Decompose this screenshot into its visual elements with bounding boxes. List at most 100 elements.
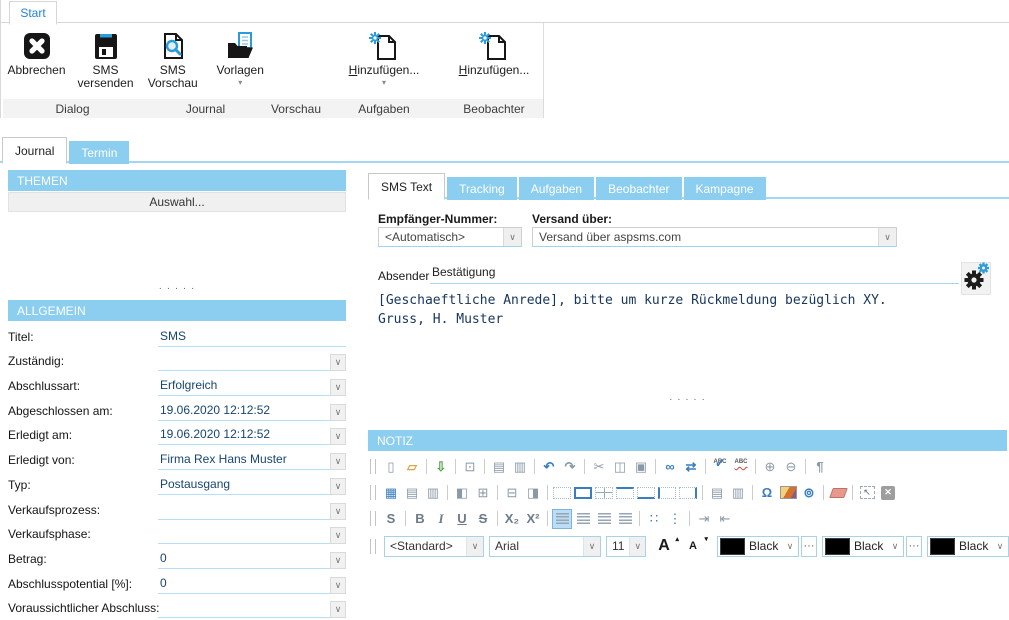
vorlagen-button[interactable]: Vorlagen ▾ bbox=[211, 26, 269, 87]
chevron-down-icon[interactable]: ∨ bbox=[466, 537, 483, 556]
toolbar-drag-handle[interactable] bbox=[370, 511, 376, 526]
align-right-icon[interactable] bbox=[595, 510, 613, 528]
field-value-input[interactable]: SMS bbox=[158, 329, 346, 347]
field-value-input[interactable] bbox=[158, 600, 330, 618]
save-document-icon[interactable]: ⇩ bbox=[432, 458, 450, 476]
decrease-indent-icon[interactable]: ⇤ bbox=[716, 510, 734, 528]
subscript-icon[interactable]: X₂ bbox=[503, 510, 521, 528]
border-none-icon[interactable] bbox=[553, 487, 571, 499]
field-value-input[interactable]: Erfolgreich bbox=[158, 378, 330, 396]
abbrechen-button[interactable]: Abbrechen bbox=[8, 26, 66, 77]
align-center-icon[interactable] bbox=[574, 510, 592, 528]
border-top-icon[interactable] bbox=[616, 487, 634, 499]
special-character-icon[interactable]: Ω bbox=[758, 484, 776, 502]
border-left-icon[interactable] bbox=[658, 487, 676, 499]
dropdown-arrow-icon[interactable]: ∨ bbox=[330, 601, 346, 618]
aufgaben-hinzufuegen-button[interactable]: Hinzufügen... ▾ bbox=[340, 26, 428, 87]
spellcheck-icon[interactable]: ABC bbox=[711, 456, 729, 477]
splitter-handle[interactable]: · · · · · bbox=[8, 285, 346, 293]
chevron-down-icon[interactable]: ∨ bbox=[887, 541, 903, 552]
chevron-down-icon[interactable]: ∨ bbox=[992, 541, 1008, 552]
bullet-list-icon[interactable]: ∷ bbox=[645, 510, 663, 528]
chevron-down-icon[interactable]: ∨ bbox=[782, 541, 798, 552]
italic-icon[interactable]: I bbox=[432, 510, 450, 528]
tab-kampagne[interactable]: Kampagne bbox=[684, 177, 766, 200]
beobachter-hinzufuegen-button[interactable]: Hinzufügen... bbox=[450, 26, 538, 77]
cut-icon[interactable]: ✂ bbox=[590, 458, 608, 476]
versand-select[interactable]: Versand über aspsms.com ∨ bbox=[532, 227, 897, 247]
dropdown-arrow-icon[interactable]: ∨ bbox=[330, 552, 346, 569]
border-inner-icon[interactable] bbox=[595, 487, 613, 499]
dropdown-arrow-icon[interactable]: ∨ bbox=[330, 577, 346, 594]
font-size-select[interactable]: 11 ∨ bbox=[606, 536, 646, 557]
table-rows-icon[interactable]: ▤ bbox=[403, 484, 421, 502]
field-value-input[interactable]: 19.06.2020 12:12:52 bbox=[158, 427, 330, 445]
chevron-down-icon[interactable]: ∨ bbox=[583, 537, 600, 556]
toolbar-drag-handle[interactable] bbox=[370, 539, 376, 554]
dropdown-arrow-icon[interactable]: ∨ bbox=[330, 428, 346, 445]
chevron-down-icon[interactable]: ∨ bbox=[503, 228, 521, 246]
autocorrect-icon[interactable]: ABC bbox=[732, 456, 750, 477]
increase-font-icon[interactable]: A bbox=[655, 537, 679, 555]
sms-settings-button[interactable] bbox=[961, 262, 991, 295]
find-icon[interactable]: ∞ bbox=[661, 458, 679, 476]
superscript-icon[interactable]: X² bbox=[524, 510, 542, 528]
color-options-button[interactable]: ··· bbox=[801, 536, 817, 557]
field-value-input[interactable] bbox=[158, 353, 330, 371]
decrease-font-icon[interactable]: A bbox=[684, 537, 708, 555]
chevron-down-icon[interactable]: ∨ bbox=[629, 537, 645, 556]
table-columns-icon[interactable]: ▥ bbox=[424, 484, 442, 502]
tab-tracking[interactable]: Tracking bbox=[447, 177, 517, 200]
split-cells-icon[interactable]: ◨ bbox=[524, 484, 542, 502]
bold-icon[interactable]: B bbox=[411, 510, 429, 528]
delete-element-icon[interactable]: ✕ bbox=[879, 484, 897, 502]
new-document-icon[interactable]: ▯ bbox=[382, 458, 400, 476]
toolbar-drag-handle[interactable] bbox=[370, 459, 376, 474]
border-outer-icon[interactable] bbox=[574, 487, 592, 499]
select-element-icon[interactable]: ↖ bbox=[858, 484, 876, 502]
insert-row-below-icon[interactable]: ⊞ bbox=[474, 484, 492, 502]
splitter-handle[interactable]: · · · · · bbox=[368, 396, 1007, 404]
field-value-input[interactable]: 19.06.2020 12:12:52 bbox=[158, 403, 330, 421]
absender-input[interactable]: Bestätigung bbox=[430, 265, 959, 284]
field-value-input[interactable] bbox=[158, 502, 330, 520]
font-family-select[interactable]: Arial ∨ bbox=[489, 536, 601, 557]
paste-icon[interactable]: ▣ bbox=[632, 458, 650, 476]
tab-aufgaben[interactable]: Aufgaben bbox=[519, 177, 594, 200]
align-justify-icon[interactable] bbox=[616, 510, 634, 528]
empfaenger-select[interactable]: <Automatisch> ∨ bbox=[378, 227, 522, 247]
strikethrough-icon[interactable]: S bbox=[474, 510, 492, 528]
sms-versenden-button[interactable]: SMS versenden bbox=[74, 26, 138, 90]
redo-icon[interactable]: ↷ bbox=[561, 458, 579, 476]
color-options-button[interactable]: ··· bbox=[906, 536, 922, 557]
dropdown-arrow-icon[interactable]: ∨ bbox=[330, 478, 346, 495]
dropdown-arrow-icon[interactable]: ∨ bbox=[330, 453, 346, 470]
ribbon-tab-start[interactable]: Start bbox=[9, 1, 57, 25]
replace-icon[interactable]: ⇄ bbox=[682, 458, 700, 476]
sms-message-text[interactable]: [Geschaeftliche Anrede], bitte um kurze … bbox=[378, 291, 887, 329]
toolbar-drag-handle[interactable] bbox=[370, 485, 376, 500]
tab-beobachter[interactable]: Beobachter bbox=[596, 177, 681, 200]
dropdown-arrow-icon[interactable]: ∨ bbox=[330, 404, 346, 421]
field-value-input[interactable]: 0 bbox=[158, 551, 330, 569]
insert-table-icon[interactable]: ▦ bbox=[382, 484, 400, 502]
field-value-input[interactable] bbox=[158, 526, 330, 544]
print-options-icon[interactable]: ▥ bbox=[511, 458, 529, 476]
color-picker[interactable]: Black∨ bbox=[927, 536, 1009, 557]
sms-vorschau-button[interactable]: SMS Vorschau bbox=[142, 26, 203, 90]
paragraph-style-select[interactable]: <Standard> ∨ bbox=[384, 536, 484, 557]
dropdown-arrow-icon[interactable]: ∨ bbox=[330, 379, 346, 396]
align-left-icon[interactable] bbox=[553, 510, 571, 528]
tab-sms-text[interactable]: SMS Text bbox=[368, 173, 445, 200]
hyperlink-icon[interactable]: ⊚ bbox=[800, 484, 818, 502]
zoom-out-icon[interactable]: ⊖ bbox=[782, 458, 800, 476]
field-value-input[interactable]: 0 bbox=[158, 576, 330, 594]
numbered-list-icon[interactable]: ⋮ bbox=[666, 510, 684, 528]
increase-indent-icon[interactable]: ⇥ bbox=[695, 510, 713, 528]
field-value-input[interactable]: Postausgang bbox=[158, 477, 330, 495]
underline-icon[interactable]: U bbox=[453, 510, 471, 528]
color-picker[interactable]: Black∨ bbox=[822, 536, 904, 557]
border-bottom-icon[interactable] bbox=[637, 487, 655, 499]
distribute-rows-icon[interactable]: ▤ bbox=[708, 484, 726, 502]
insert-column-left-icon[interactable]: ◧ bbox=[453, 484, 471, 502]
